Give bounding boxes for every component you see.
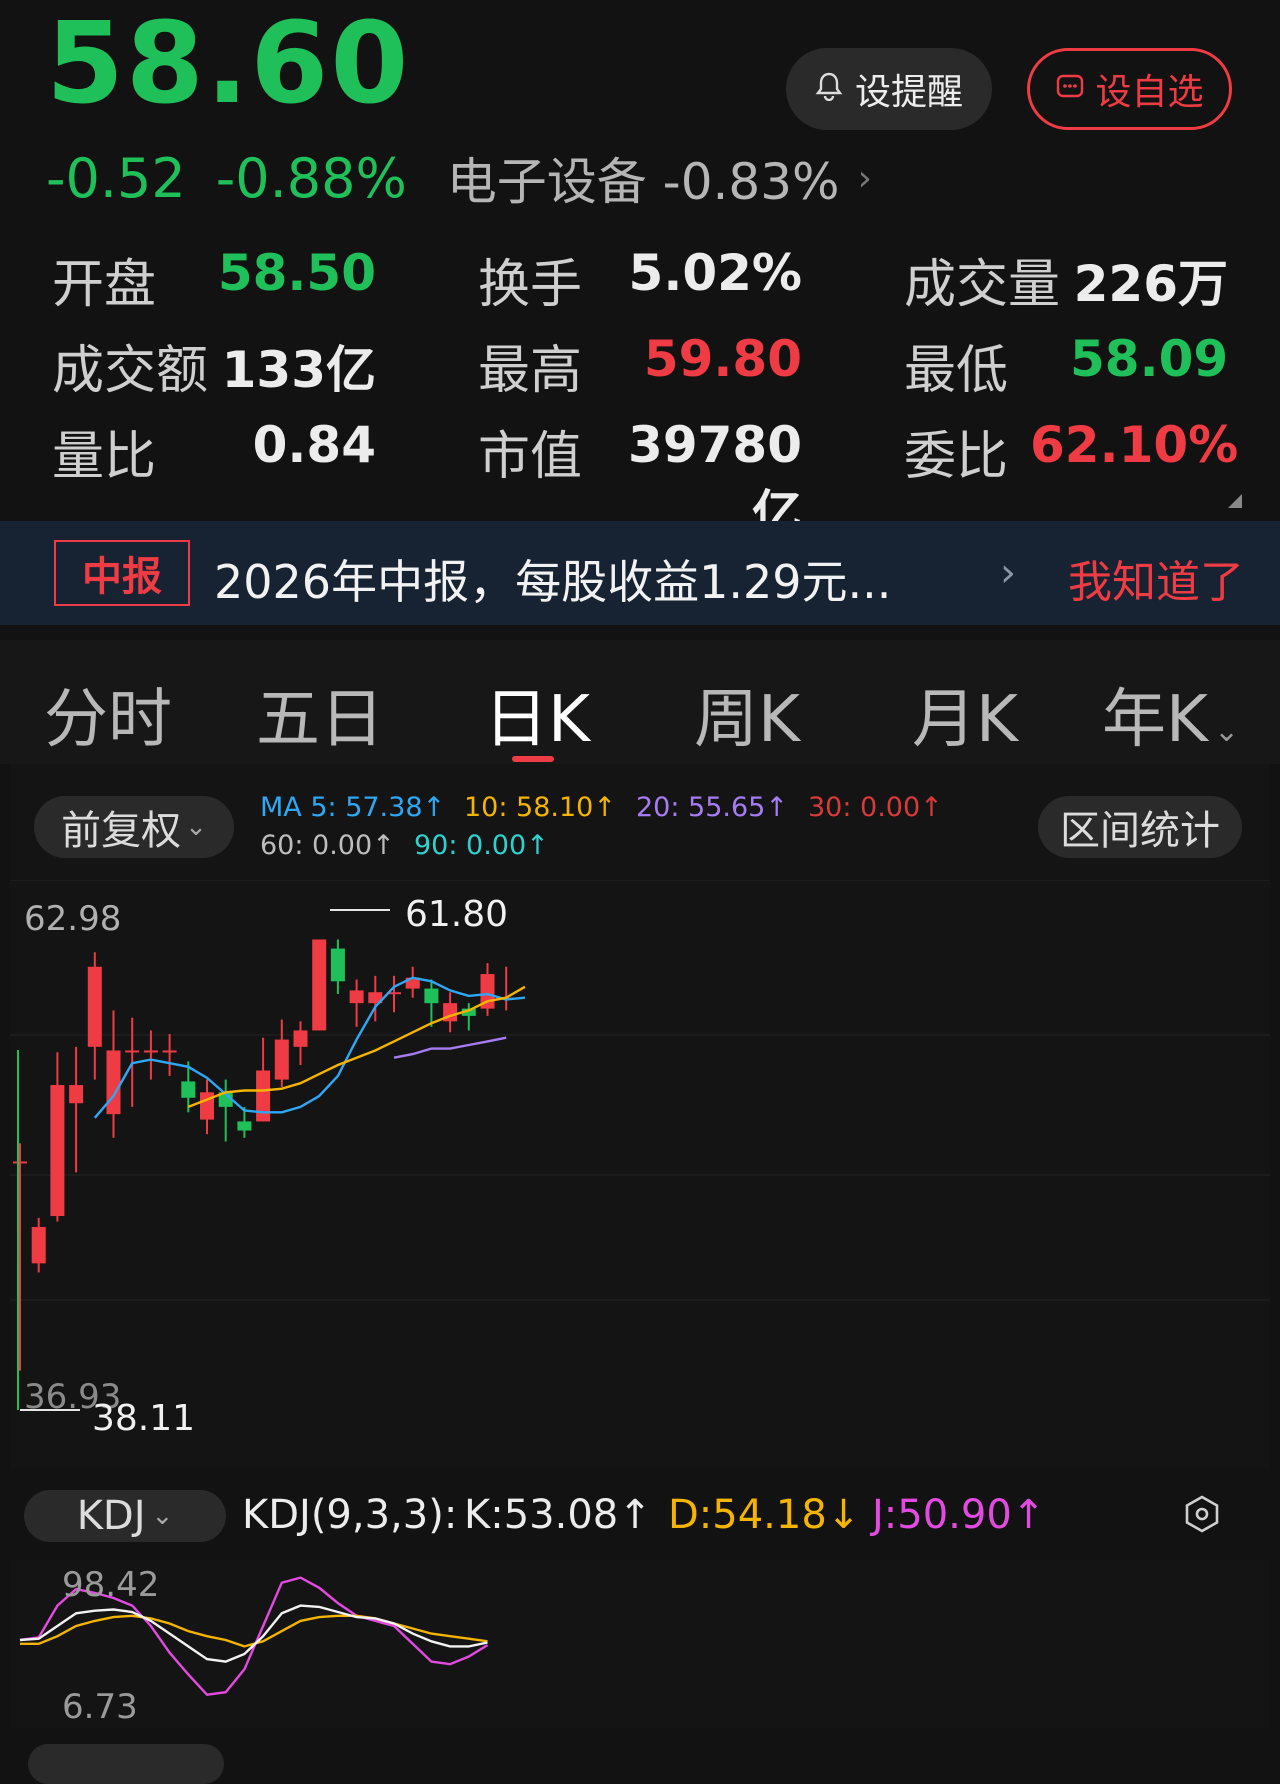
stat-open-label: 开盘 — [52, 255, 157, 315]
tab-monthly-k[interactable]: 月K — [912, 668, 1018, 760]
ma60-legend: 60: 0.00↑ — [260, 830, 395, 861]
candlestick-chart[interactable]: 62.98 36.93 61.80 38.11 — [10, 880, 1270, 1468]
notice-dismiss-button[interactable]: 我知道了 — [1068, 546, 1244, 610]
stat-low-value: 58.09 — [1070, 330, 1229, 388]
candle-body — [31, 1226, 46, 1264]
notice-text[interactable]: 2026年中报，每股收益1.29元... — [214, 546, 891, 612]
adjust-mode-dropdown[interactable]: 前复权 ⌄ — [34, 796, 234, 858]
kdj-params: KDJ(9,3,3): — [242, 1492, 458, 1538]
sector-link[interactable]: 电子设备 -0.83% — [447, 142, 840, 214]
candle-body — [87, 966, 102, 1047]
indicator-dropdown[interactable]: KDJ ⌄ — [24, 1490, 226, 1542]
sector-change: -0.83% — [662, 153, 840, 211]
bottom-pill[interactable] — [28, 1744, 224, 1784]
candle-body — [237, 1121, 252, 1131]
active-tab-indicator — [512, 756, 554, 762]
add-watchlist-button[interactable]: 设自选 — [1027, 48, 1232, 130]
tab-yearly-k-label: 年K — [1102, 683, 1208, 757]
candle-body — [424, 988, 439, 1004]
stat-open-value: 58.50 — [217, 244, 376, 302]
candle-body — [106, 1050, 121, 1115]
add-watchlist-label: 设自选 — [1095, 72, 1204, 113]
chevron-down-icon: ⌄ — [185, 812, 207, 842]
kdj-chart: 98.42 6.73 — [19, 1565, 489, 1727]
stat-turnover-value: 5.02% — [628, 244, 802, 302]
candle-body — [256, 1070, 271, 1122]
kdj-j-value: J:50.90↑ — [872, 1492, 1046, 1538]
price-change-row: -0.52 -0.88% 电子设备 -0.83% › — [46, 142, 872, 214]
stat-volume-ratio-label: 量比 — [52, 427, 157, 487]
tab-intraday[interactable]: 分时 — [44, 668, 172, 760]
set-alert-button[interactable]: 设提醒 — [786, 48, 992, 130]
candle-body — [69, 1085, 84, 1104]
chart-gridlines — [10, 880, 1270, 1301]
candle-body — [13, 1161, 27, 1164]
stat-low-label: 最低 — [904, 341, 1009, 401]
candle-body — [312, 939, 327, 1031]
ma5-legend: MA 5: 57.38↑ — [260, 792, 446, 823]
chevron-right-icon: › — [1000, 550, 1016, 596]
tab-daily-k[interactable]: 日K — [484, 668, 590, 760]
price-change: -0.52 — [46, 146, 186, 210]
stat-volume-value: 226万 — [1073, 255, 1228, 313]
high-marker-label: 61.80 — [405, 894, 508, 935]
ma10-legend: 10: 58.10↑ — [464, 792, 616, 823]
chevron-down-icon: ⌄ — [1213, 714, 1240, 749]
stat-high-value: 59.80 — [643, 330, 802, 388]
stat-amount-label: 成交额 — [52, 341, 209, 401]
axis-top-label: 62.98 — [24, 899, 121, 939]
stat-amount-value: 133亿 — [221, 341, 376, 399]
set-alert-label: 设提醒 — [854, 72, 963, 113]
price-change-pct: -0.88% — [215, 146, 407, 210]
tab-yearly-k[interactable]: 年K ⌄ — [1102, 668, 1239, 760]
ma20-line — [393, 1036, 507, 1059]
candle-body — [162, 1050, 177, 1053]
stat-turnover-label: 换手 — [478, 255, 583, 315]
stat-bid-ratio-label: 委比 — [904, 427, 1009, 487]
kdj-d-line — [20, 1614, 488, 1648]
ma90-legend: 90: 0.00↑ — [414, 830, 549, 861]
kdj-d-value: D:54.18↓ — [668, 1492, 861, 1538]
candle-body — [349, 990, 364, 1004]
candle-body — [125, 1050, 140, 1053]
stat-market-cap-label: 市值 — [478, 427, 583, 487]
stat-volume-ratio-value: 0.84 — [252, 416, 376, 474]
candle-body — [274, 1039, 289, 1080]
settings-icon[interactable] — [1182, 1494, 1222, 1538]
ma30-legend: 30: 0.00↑ — [808, 792, 943, 823]
kdj-k-line — [19, 1604, 488, 1663]
candle-body — [143, 1050, 158, 1053]
kdj-top-label: 98.42 — [62, 1565, 159, 1605]
expand-corner-icon[interactable] — [1228, 494, 1242, 508]
indicator-label: KDJ — [76, 1493, 146, 1539]
stat-volume-label: 成交量 — [904, 255, 1061, 315]
current-price: 58.60 — [46, 0, 411, 129]
period-tabs — [0, 640, 1280, 764]
low-marker-label: 38.11 — [92, 1398, 195, 1439]
stat-bid-ratio-value: 62.10% — [1030, 416, 1239, 474]
stat-high-label: 最高 — [478, 341, 583, 401]
candle-body — [181, 1081, 196, 1098]
ma-lines — [93, 976, 526, 1119]
bell-icon — [815, 69, 843, 110]
tab-five-day[interactable]: 五日 — [256, 668, 384, 760]
sector-name: 电子设备 — [446, 153, 647, 211]
range-stats-button[interactable]: 区间统计 — [1038, 796, 1242, 858]
watchlist-icon — [1055, 69, 1085, 110]
kdj-bottom-label: 6.73 — [62, 1687, 138, 1727]
tab-weekly-k[interactable]: 周K — [694, 668, 800, 760]
chevron-right-icon: › — [857, 157, 872, 199]
candle-body — [293, 1030, 308, 1047]
candle-body — [330, 948, 345, 982]
ma20-legend: 20: 55.65↑ — [636, 792, 788, 823]
chevron-down-icon: ⌄ — [151, 1501, 174, 1531]
kdj-k-value: K:53.08↑ — [464, 1492, 652, 1538]
adjust-mode-label: 前复权 — [61, 808, 182, 854]
notice-tag: 中报 — [54, 540, 190, 606]
candle-body — [50, 1085, 65, 1217]
